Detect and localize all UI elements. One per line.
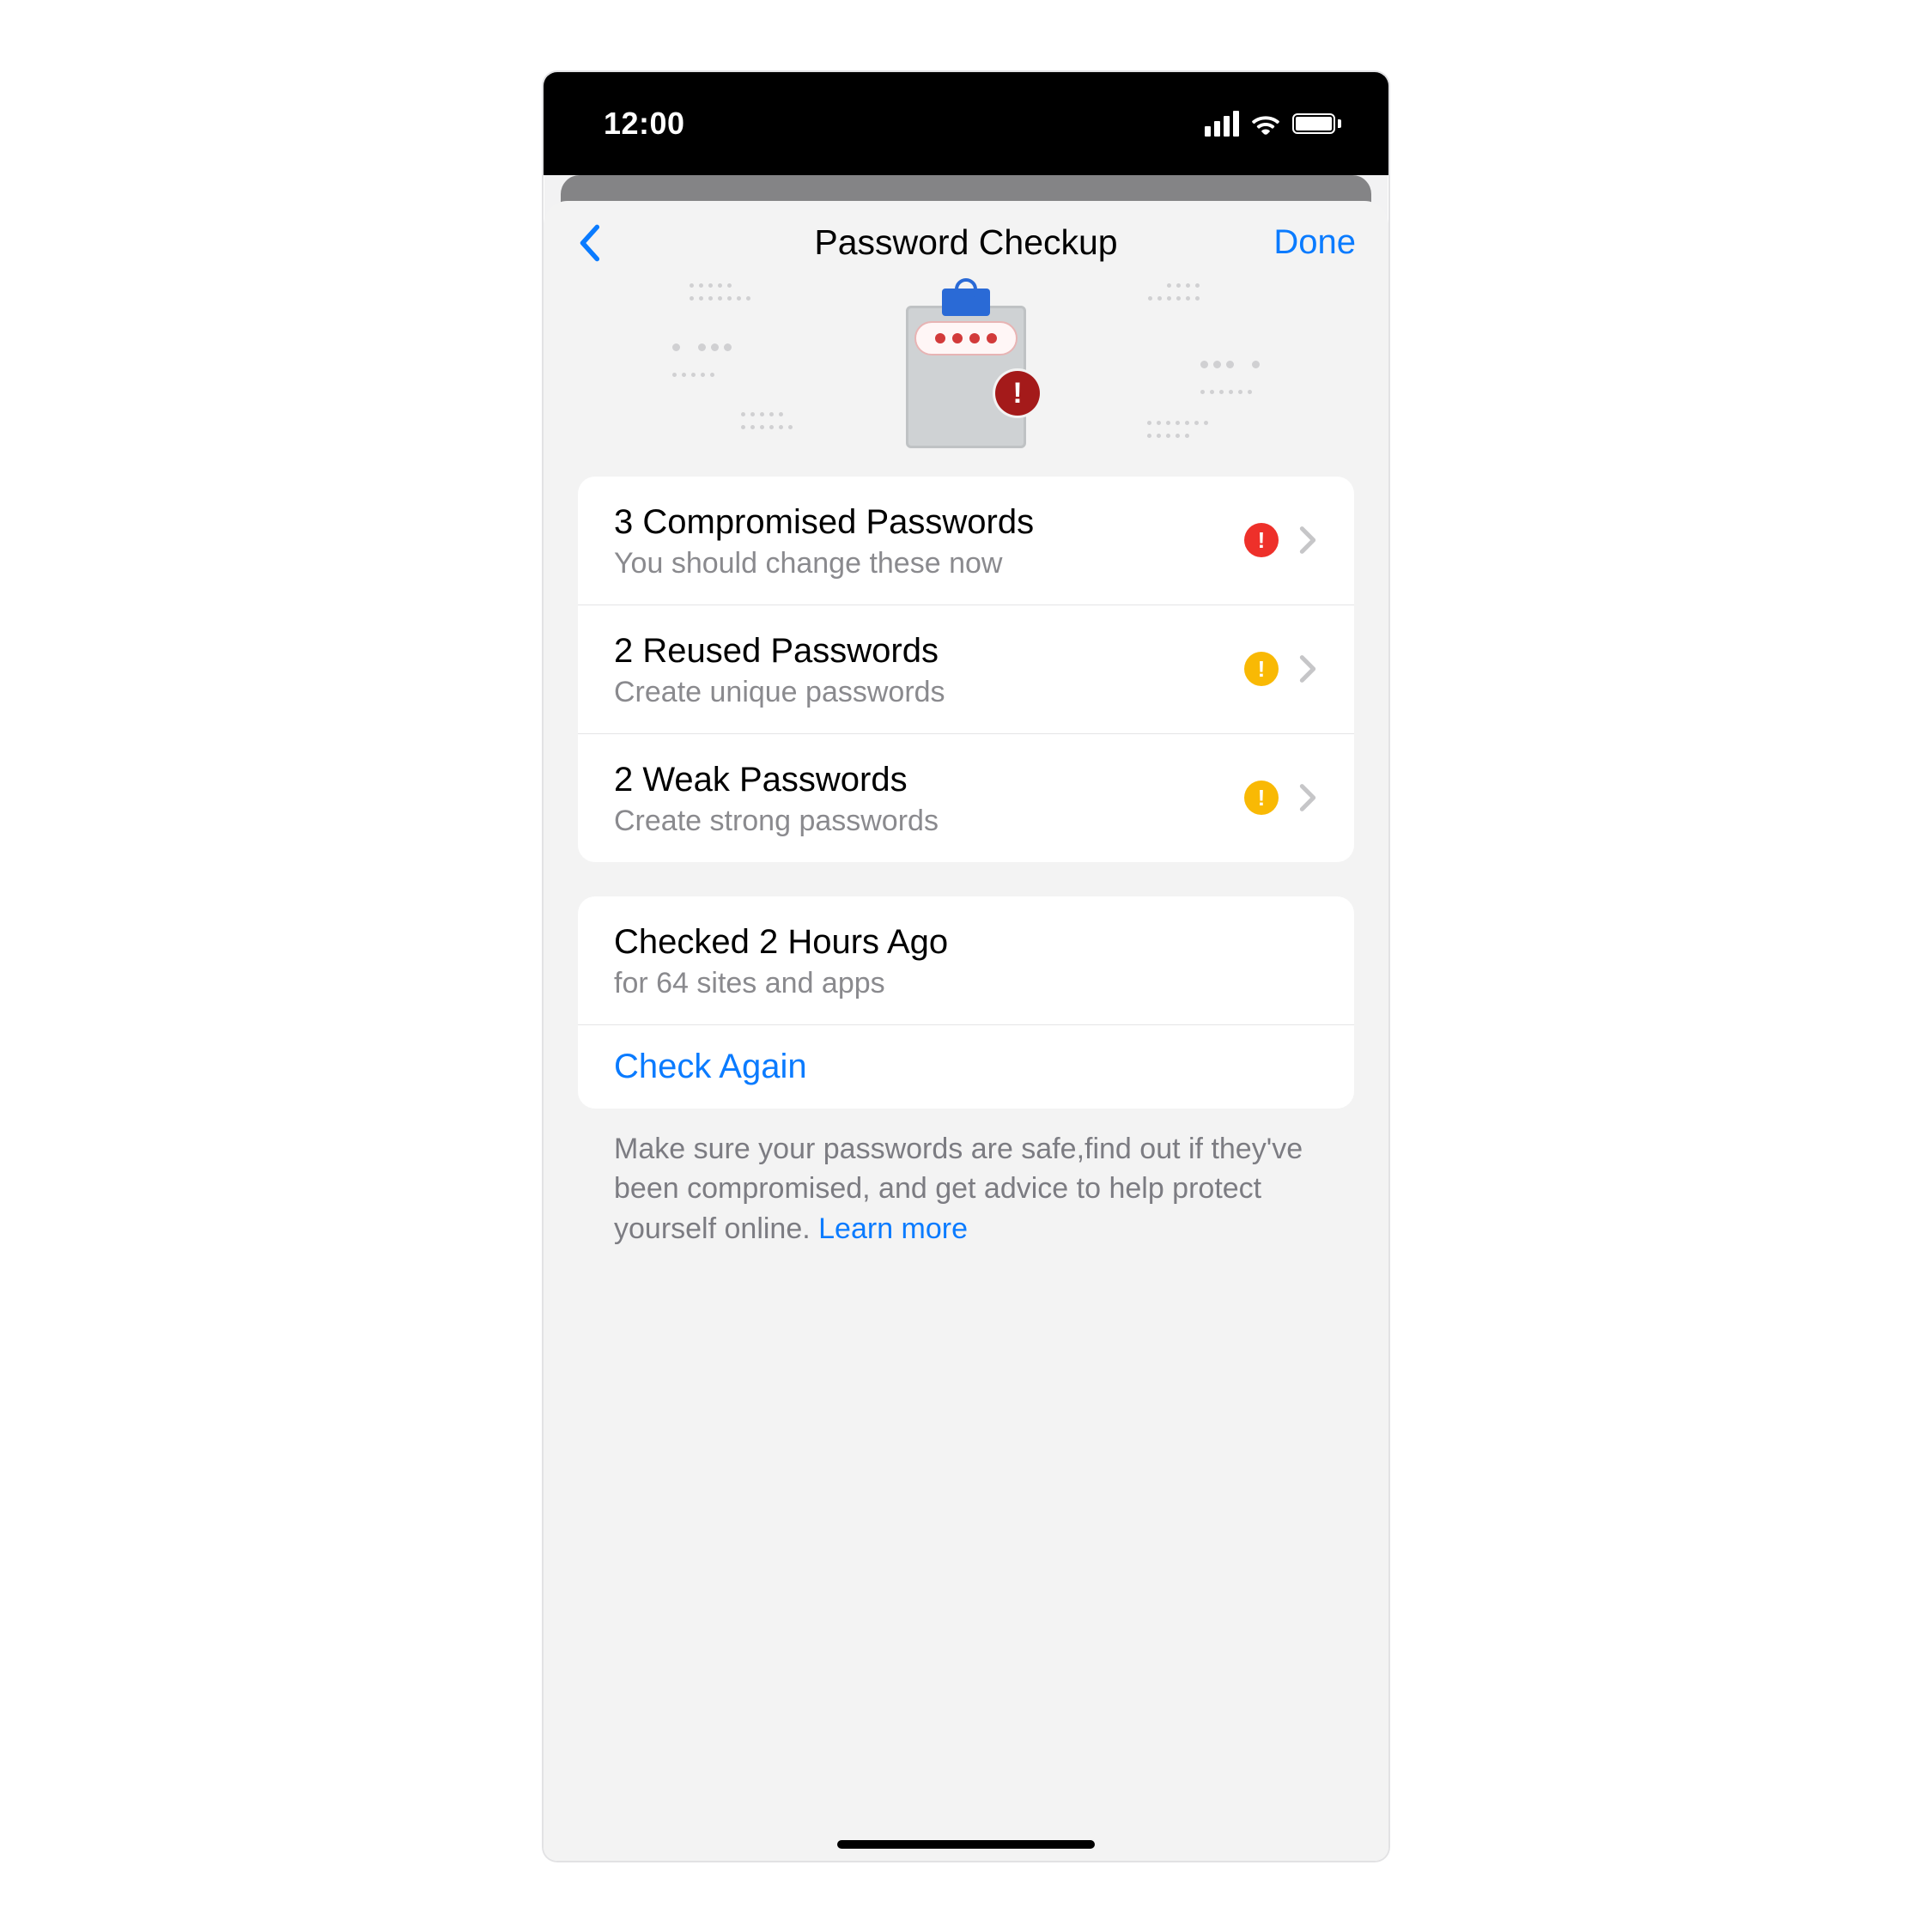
chevron-left-icon bbox=[578, 223, 600, 263]
check-again-button[interactable]: Check Again bbox=[578, 1024, 1354, 1109]
footer-description: Make sure your passwords are safe,find o… bbox=[578, 1109, 1354, 1250]
page-title: Password Checkup bbox=[671, 222, 1261, 263]
compromised-subtitle: You should change these now bbox=[614, 547, 1224, 580]
alert-red-icon: ! bbox=[1244, 523, 1279, 557]
chevron-right-icon bbox=[1299, 526, 1320, 555]
last-check-title: Checked 2 Hours Ago bbox=[614, 920, 1320, 963]
reused-passwords-row[interactable]: 2 Reused Passwords Create unique passwor… bbox=[578, 605, 1354, 733]
alert-yellow-icon: ! bbox=[1244, 652, 1279, 686]
hero-illustration: ! bbox=[544, 266, 1388, 477]
last-check-row: Checked 2 Hours Ago for 64 sites and app… bbox=[578, 896, 1354, 1024]
chevron-right-icon bbox=[1299, 654, 1320, 683]
last-check-subtitle: for 64 sites and apps bbox=[614, 967, 1320, 1000]
alert-badge-icon: ! bbox=[995, 371, 1040, 416]
compromised-title: 3 Compromised Passwords bbox=[614, 501, 1224, 544]
home-indicator[interactable] bbox=[837, 1840, 1095, 1849]
reused-title: 2 Reused Passwords bbox=[614, 629, 1224, 672]
chevron-right-icon bbox=[1299, 783, 1320, 812]
weak-subtitle: Create strong passwords bbox=[614, 805, 1224, 838]
wifi-icon bbox=[1251, 112, 1280, 135]
status-bar: 12:00 bbox=[544, 72, 1388, 175]
alert-yellow-icon: ! bbox=[1244, 781, 1279, 815]
reused-subtitle: Create unique passwords bbox=[614, 676, 1224, 709]
back-button[interactable] bbox=[568, 222, 611, 264]
device-frame: 12:00 Password Checkup Done bbox=[544, 72, 1388, 1861]
password-field-illustration bbox=[914, 321, 1018, 355]
weak-title: 2 Weak Passwords bbox=[614, 758, 1224, 801]
nav-bar: Password Checkup Done bbox=[544, 201, 1388, 275]
results-card: 3 Compromised Passwords You should chang… bbox=[578, 477, 1354, 862]
status-icons bbox=[1205, 111, 1341, 137]
clipboard-illustration: ! bbox=[906, 294, 1026, 448]
last-check-card: Checked 2 Hours Ago for 64 sites and app… bbox=[578, 896, 1354, 1109]
learn-more-link[interactable]: Learn more bbox=[818, 1212, 968, 1245]
weak-passwords-row[interactable]: 2 Weak Passwords Create strong passwords… bbox=[578, 733, 1354, 862]
sheet: Password Checkup Done ! bbox=[544, 201, 1388, 1861]
done-button[interactable]: Done bbox=[1261, 223, 1364, 262]
status-time: 12:00 bbox=[604, 106, 685, 142]
battery-icon bbox=[1292, 113, 1341, 134]
compromised-passwords-row[interactable]: 3 Compromised Passwords You should chang… bbox=[578, 477, 1354, 605]
cellular-icon bbox=[1205, 111, 1239, 137]
